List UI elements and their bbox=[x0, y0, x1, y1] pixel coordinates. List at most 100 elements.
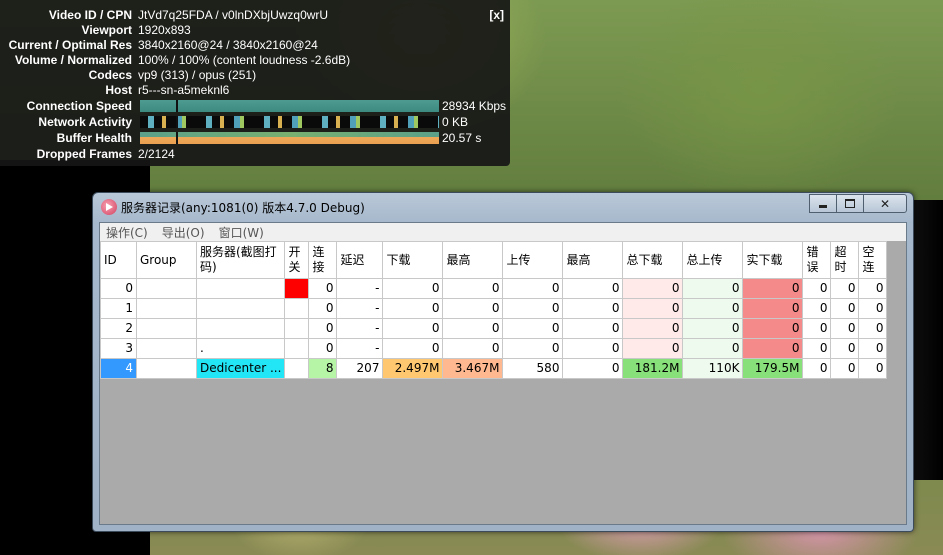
cell-errors: 0 bbox=[802, 298, 832, 319]
cell-real-download: 0 bbox=[742, 298, 804, 319]
cell-latency: - bbox=[336, 338, 384, 359]
cell-switch[interactable] bbox=[284, 278, 310, 299]
network-activity-graph bbox=[140, 116, 439, 128]
stats-row-resolution: Current / Optimal Res 3840x2160@24 / 384… bbox=[0, 38, 510, 53]
close-button[interactable]: ✕ bbox=[863, 194, 907, 213]
cell-switch[interactable] bbox=[284, 298, 310, 319]
cell-latency: - bbox=[336, 278, 384, 299]
cell-group bbox=[136, 338, 197, 359]
menu-operate[interactable]: 操作(C) bbox=[106, 224, 148, 241]
cell-server bbox=[195, 298, 286, 319]
graph-cursor bbox=[176, 116, 178, 128]
stats-value: 0 KB bbox=[442, 115, 469, 129]
col-header-group[interactable]: Group bbox=[136, 241, 197, 279]
cell-id: 3 bbox=[100, 338, 137, 359]
col-header-connections[interactable]: 连接 bbox=[308, 241, 338, 279]
cell-download-max: 0 bbox=[442, 278, 504, 299]
col-header-latency[interactable]: 延迟 bbox=[336, 241, 384, 279]
cell-upload-max: 0 bbox=[562, 298, 624, 319]
graph-cursor bbox=[176, 100, 178, 112]
col-header-switch[interactable]: 开关 bbox=[284, 241, 310, 279]
col-header-total-upload[interactable]: 总上传 bbox=[682, 241, 744, 279]
cell-latency: 207 bbox=[336, 358, 384, 379]
stats-label: Dropped Frames bbox=[36, 147, 132, 161]
cell-timeout: 0 bbox=[830, 358, 860, 379]
cell-download: 0 bbox=[382, 338, 444, 359]
stats-row-dropped-frames: Dropped Frames 2/2124 bbox=[0, 147, 510, 162]
cell-total-upload: 0 bbox=[682, 298, 744, 319]
cell-download-max: 0 bbox=[442, 298, 504, 319]
cell-latency: - bbox=[336, 298, 384, 319]
cell-upload: 0 bbox=[502, 318, 564, 339]
table-row[interactable]: 2 0 - 0 0 0 0 0 0 0 0 0 0 bbox=[100, 318, 888, 339]
table-row[interactable]: 4 Dedicenter ... 8 207 2.497M 3.467M 580… bbox=[100, 358, 888, 379]
col-header-download[interactable]: 下载 bbox=[382, 241, 444, 279]
stats-row-host: Host r5---sn-a5meknl6 bbox=[0, 83, 510, 98]
cell-server: Dedicenter ... bbox=[195, 358, 286, 379]
table-row[interactable]: 0 0 - 0 0 0 0 0 0 0 0 0 0 bbox=[100, 278, 888, 299]
cell-empty: 0 bbox=[858, 318, 888, 339]
table-row[interactable]: 3 . 0 - 0 0 0 0 0 0 0 0 0 0 bbox=[100, 338, 888, 359]
cell-id: 0 bbox=[100, 278, 137, 299]
stats-value: vp9 (313) / opus (251) bbox=[138, 68, 257, 82]
app-icon bbox=[101, 199, 117, 215]
cell-real-download: 0 bbox=[742, 318, 804, 339]
cell-upload-max: 0 bbox=[562, 338, 624, 359]
cell-empty: 0 bbox=[858, 358, 888, 379]
cell-download-max: 3.467M bbox=[442, 358, 504, 379]
cell-group bbox=[136, 358, 197, 379]
col-header-download-max[interactable]: 最高 bbox=[442, 241, 504, 279]
cell-timeout: 0 bbox=[830, 338, 860, 359]
table-row[interactable]: 1 0 - 0 0 0 0 0 0 0 0 0 0 bbox=[100, 298, 888, 319]
cell-connections: 8 bbox=[308, 358, 338, 379]
graph-cursor bbox=[176, 132, 178, 144]
cell-total-upload: 0 bbox=[682, 338, 744, 359]
stats-row-buffer-health: Buffer Health 20.57 s bbox=[0, 131, 510, 146]
cell-group bbox=[136, 278, 197, 299]
cell-download: 0 bbox=[382, 318, 444, 339]
cell-switch[interactable] bbox=[284, 318, 310, 339]
menu-export[interactable]: 导出(O) bbox=[162, 224, 205, 241]
stats-label: Viewport bbox=[81, 23, 132, 37]
col-header-upload[interactable]: 上传 bbox=[502, 241, 564, 279]
menu-window[interactable]: 窗口(W) bbox=[219, 224, 264, 241]
table-header-row: ID Group 服务器(截图打码) 开关 连接 延迟 下载 最高 上传 最高 … bbox=[100, 241, 888, 279]
stats-label: Video ID / CPN bbox=[48, 8, 132, 22]
stats-value: 3840x2160@24 / 3840x2160@24 bbox=[138, 38, 318, 52]
maximize-button[interactable] bbox=[836, 194, 864, 213]
cell-real-download: 179.5M bbox=[742, 358, 804, 379]
minimize-button[interactable] bbox=[809, 194, 837, 213]
close-icon: ✕ bbox=[879, 196, 891, 211]
col-header-empty[interactable]: 空连 bbox=[858, 241, 888, 279]
cell-total-upload: 0 bbox=[682, 318, 744, 339]
cell-switch[interactable] bbox=[284, 338, 310, 359]
cell-errors: 0 bbox=[802, 358, 832, 379]
cell-errors: 0 bbox=[802, 338, 832, 359]
stats-value: 100% / 100% (content loudness -2.6dB) bbox=[138, 53, 351, 67]
col-header-real-download[interactable]: 实下载 bbox=[742, 241, 804, 279]
cell-id: 2 bbox=[100, 318, 137, 339]
cell-connections: 0 bbox=[308, 338, 338, 359]
cell-download: 0 bbox=[382, 298, 444, 319]
stats-for-nerds-panel: [x] Video ID / CPN JtVd7q25FDA / v0lnDXb… bbox=[0, 0, 510, 166]
cell-server bbox=[195, 278, 286, 299]
cell-total-download: 0 bbox=[622, 298, 684, 319]
cell-server: . bbox=[195, 338, 286, 359]
col-header-upload-max[interactable]: 最高 bbox=[562, 241, 624, 279]
cell-errors: 0 bbox=[802, 318, 832, 339]
cell-switch[interactable] bbox=[284, 358, 310, 379]
col-header-timeout[interactable]: 超时 bbox=[830, 241, 860, 279]
cell-upload: 0 bbox=[502, 278, 564, 299]
window-titlebar[interactable]: 服务器记录(any:1081(0) 版本4.7.0 Debug) ✕ bbox=[93, 193, 913, 221]
cell-real-download: 0 bbox=[742, 278, 804, 299]
cell-timeout: 0 bbox=[830, 318, 860, 339]
cell-connections: 0 bbox=[308, 298, 338, 319]
col-header-errors[interactable]: 错误 bbox=[802, 241, 832, 279]
col-header-id[interactable]: ID bbox=[100, 241, 137, 279]
stats-label: Volume / Normalized bbox=[14, 53, 132, 67]
cell-empty: 0 bbox=[858, 278, 888, 299]
col-header-total-download[interactable]: 总下载 bbox=[622, 241, 684, 279]
col-header-server[interactable]: 服务器(截图打码) bbox=[195, 241, 286, 279]
cell-group bbox=[136, 298, 197, 319]
cell-server bbox=[195, 318, 286, 339]
